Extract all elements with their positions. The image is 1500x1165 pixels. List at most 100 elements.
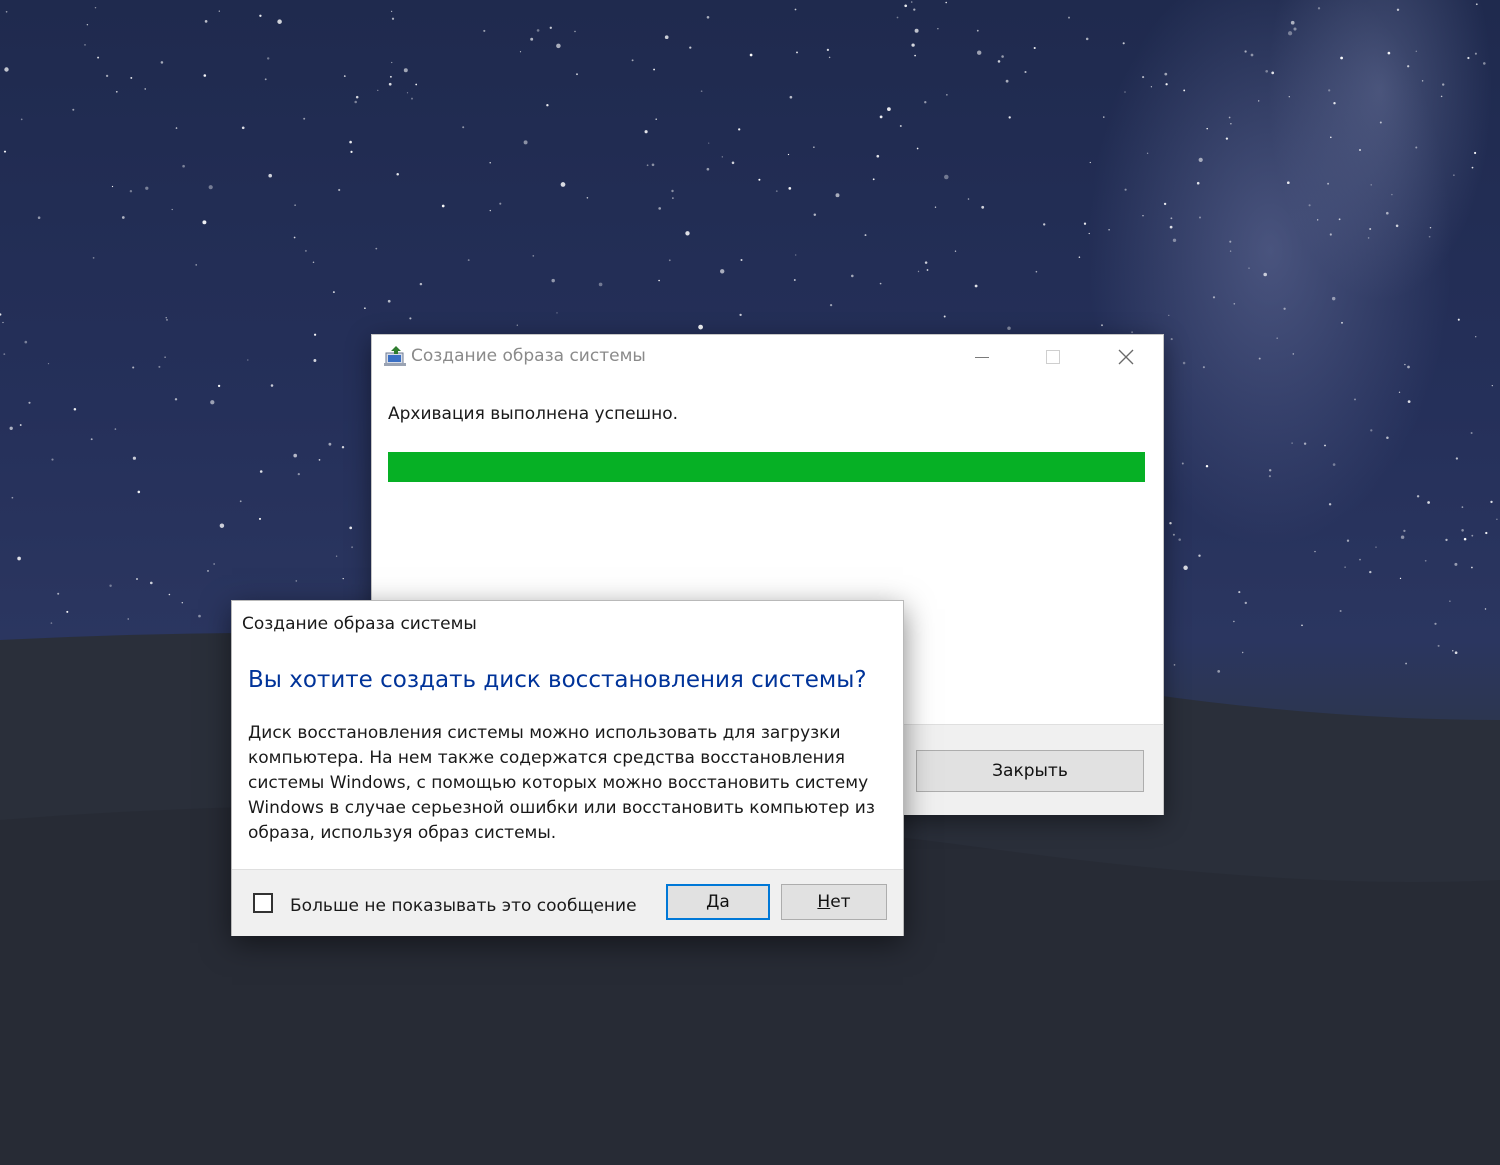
star	[835, 193, 840, 198]
star	[259, 470, 263, 473]
star	[213, 563, 215, 565]
star	[1328, 89, 1331, 92]
star	[1301, 624, 1303, 627]
star	[3, 150, 7, 153]
star	[1333, 102, 1336, 105]
star	[111, 185, 114, 188]
star	[1233, 620, 1235, 623]
star	[672, 197, 674, 199]
no-label-rest: ет	[830, 892, 851, 912]
star	[1370, 184, 1372, 186]
star	[411, 97, 413, 100]
star	[924, 261, 928, 264]
star	[1385, 211, 1389, 215]
star	[293, 236, 296, 239]
star	[644, 130, 648, 134]
close-window-button[interactable]	[1103, 335, 1149, 379]
star	[50, 622, 53, 624]
star	[1088, 232, 1090, 235]
star	[598, 282, 603, 287]
star	[1416, 495, 1420, 498]
star	[1453, 174, 1455, 176]
star	[335, 555, 338, 557]
star	[1470, 432, 1473, 434]
star	[391, 17, 395, 20]
star	[519, 51, 522, 53]
star	[1471, 166, 1474, 169]
dont-show-again-checkbox[interactable]	[253, 893, 273, 913]
star	[1228, 116, 1231, 119]
star	[1124, 91, 1126, 93]
star	[914, 54, 916, 57]
star	[829, 303, 833, 307]
star	[879, 282, 882, 285]
star	[1198, 554, 1201, 557]
star	[1078, 256, 1081, 258]
star	[1454, 651, 1458, 655]
star	[1265, 69, 1269, 73]
star	[63, 643, 66, 646]
minimize-button[interactable]	[959, 335, 1005, 379]
star	[28, 401, 31, 404]
backup-app-icon	[384, 346, 406, 366]
star	[1183, 89, 1186, 92]
star	[864, 234, 867, 237]
status-message: Архивация выполнена успешно.	[388, 404, 679, 424]
star	[241, 126, 245, 130]
star	[738, 128, 741, 131]
star	[396, 172, 399, 176]
body-line: образа, используя образ системы.	[248, 823, 557, 843]
star	[203, 74, 207, 77]
star	[341, 446, 345, 449]
star	[1428, 235, 1431, 238]
star	[64, 672, 67, 676]
star	[171, 208, 173, 211]
star	[1230, 123, 1232, 125]
star	[1170, 217, 1173, 220]
star	[132, 366, 135, 369]
star	[1400, 535, 1405, 539]
star	[658, 207, 662, 210]
star	[1344, 566, 1346, 568]
star	[1332, 463, 1336, 466]
star	[208, 185, 213, 190]
star	[586, 197, 589, 199]
star	[913, 8, 916, 11]
star	[1354, 398, 1356, 401]
star	[19, 424, 22, 426]
star	[1103, 116, 1105, 118]
star	[556, 43, 561, 49]
star	[145, 186, 149, 190]
star	[899, 125, 902, 127]
star	[1455, 457, 1459, 460]
star	[685, 231, 690, 236]
star	[749, 53, 753, 57]
star	[406, 92, 409, 94]
star	[551, 278, 555, 283]
star	[1314, 550, 1316, 553]
star	[1415, 50, 1418, 53]
title-bar[interactable]: Создание образа системы	[372, 335, 1163, 379]
star	[388, 82, 392, 86]
star	[387, 299, 391, 303]
star	[1471, 534, 1474, 537]
star	[1407, 65, 1410, 68]
no-button[interactable]: Нет	[781, 884, 887, 920]
star	[109, 584, 112, 587]
star	[1163, 202, 1167, 206]
star	[887, 107, 891, 111]
star	[1142, 76, 1145, 79]
star	[1287, 31, 1293, 36]
star	[1317, 7, 1321, 10]
star	[462, 126, 465, 129]
star	[164, 356, 166, 358]
star	[1169, 522, 1172, 525]
close-button[interactable]: Закрыть	[916, 750, 1144, 792]
star	[160, 61, 164, 64]
star	[377, 89, 379, 91]
star	[143, 648, 148, 653]
yes-button[interactable]: Да	[666, 884, 770, 920]
star	[303, 117, 306, 120]
star	[1404, 363, 1406, 366]
dont-show-again-label[interactable]: Больше не показывать это сообщение	[290, 896, 637, 916]
